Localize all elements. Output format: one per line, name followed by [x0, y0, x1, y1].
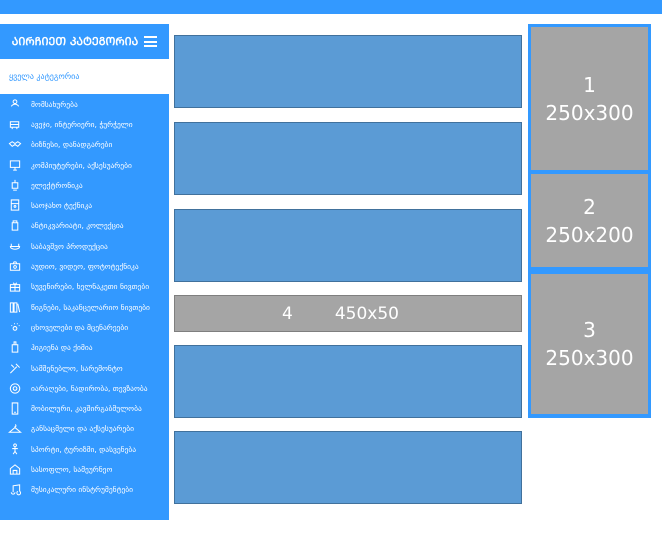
ad-number: 1	[583, 72, 596, 97]
sidebar-header[interactable]: ᲐᲘᲠᲩᲘᲔᲗ ᲙᲐᲢᲔᲒᲝᲠᲘᲐ	[0, 24, 169, 59]
banner-placeholder-450x50[interactable]: 4 450x50	[174, 295, 522, 332]
sidebar-item[interactable]: ბიზნესი, დანადგარები	[0, 135, 169, 155]
sidebar-item[interactable]: საბავშვო პროდუქცია	[0, 236, 169, 256]
sidebar-item-label: საოჯახო ტექნიკა	[31, 201, 93, 211]
music-icon	[7, 483, 23, 497]
phone-icon	[7, 402, 23, 416]
sidebar-item-label: სპორტი, ტურიზმი, დასვენება	[31, 444, 137, 454]
sidebar-item-label: იარაღები, ნადირობა, თევზაობა	[31, 383, 148, 393]
service-icon	[7, 97, 23, 111]
sidebar-item-label: საბავშვო პროდუქცია	[31, 241, 108, 251]
ad-box-1[interactable]: 1 250x300	[531, 27, 648, 170]
sidebar-item-label: სასოფლო, სამეურნეო	[31, 464, 113, 474]
paw-icon	[7, 320, 23, 334]
baby-icon	[7, 239, 23, 253]
target-icon	[7, 381, 23, 395]
sidebar-item[interactable]: სპორტი, ტურიზმი, დასვენება	[0, 439, 169, 459]
sidebar-item-label: სუვენირები, ხელნაკეთი ნივთები	[31, 282, 150, 292]
sidebar-item-label: კომპიუტერები, აქსესუარები	[31, 160, 132, 170]
sidebar-title: ᲐᲘᲠᲩᲘᲔᲗ ᲙᲐᲢᲔᲒᲝᲠᲘᲐ	[11, 35, 139, 48]
sidebar-item-label: აუდიო, ვიდეო, ფოტოტექნიკა	[31, 262, 139, 272]
handshake-icon	[7, 138, 23, 152]
farm-icon	[7, 462, 23, 476]
sidebar-item[interactable]: აუდიო, ვიდეო, ფოტოტექნიკა	[0, 256, 169, 276]
sidebar-item-label: სამშენებლო, სარემონტო	[31, 363, 123, 373]
banner-ad-2[interactable]	[174, 122, 522, 195]
ad-number: 3	[583, 318, 596, 342]
sidebar-item-label: ჰიგიენა და ქიმია	[31, 343, 93, 353]
camera-icon	[7, 260, 23, 274]
sidebar-item-label: ბიზნესი, დანადგარები	[31, 140, 113, 150]
appliance-icon	[7, 199, 23, 213]
sidebar-item-label: განსაცმელი და აქსესუარები	[31, 424, 134, 434]
sidebar-item[interactable]: ჰიგიენა და ქიმია	[0, 338, 169, 358]
category-sidebar: ᲐᲘᲠᲩᲘᲔᲗ ᲙᲐᲢᲔᲒᲝᲠᲘᲐ ყველა კატეგორია მომსახ…	[0, 24, 169, 520]
sidebar-item[interactable]: სამშენებლო, სარემონტო	[0, 358, 169, 378]
banner-ad-4[interactable]	[174, 345, 522, 418]
ad-box-3[interactable]: 3 250x300	[531, 274, 648, 414]
sidebar-item[interactable]: ავეჯი, ინტერიერი, ჭურჭელი	[0, 114, 169, 134]
ad-number: 2	[583, 194, 596, 219]
sidebar-item[interactable]: ცხოველები და მცენარეები	[0, 317, 169, 337]
computer-icon	[7, 158, 23, 172]
sidebar-item[interactable]: ანტიკვარიატი, კოლექცია	[0, 216, 169, 236]
sidebar-item-label: ცხოველები და მცენარეები	[31, 322, 129, 332]
sidebar-item[interactable]: მომსახურება	[0, 94, 169, 114]
gift-icon	[7, 280, 23, 294]
ad-size: 250x300	[545, 100, 634, 125]
right-ad-column: 1 250x300 2 250x200 3 250x300	[528, 24, 651, 418]
banner-ad-3[interactable]	[174, 209, 522, 282]
sidebar-item[interactable]: სასოფლო, სამეურნეო	[0, 459, 169, 479]
placeholder-number: 4	[282, 303, 293, 324]
category-list: მომსახურება ავეჯი, ინტერიერი, ჭურჭელი ბიზნ…	[0, 94, 169, 500]
sidebar-item[interactable]: იარაღები, ნადირობა, თევზაობა	[0, 378, 169, 398]
furniture-icon	[7, 117, 23, 131]
banner-ad-1[interactable]	[174, 35, 522, 108]
placeholder-size: 450x50	[334, 303, 399, 324]
sidebar-item[interactable]: კომპიუტერები, აქსესუარები	[0, 155, 169, 175]
banner-ad-5[interactable]	[174, 431, 522, 504]
sport-icon	[7, 442, 23, 456]
antique-icon	[7, 219, 23, 233]
sidebar-item[interactable]: საოჯახო ტექნიკა	[0, 195, 169, 215]
sidebar-item-label: ელექტრონიკა	[31, 180, 83, 190]
electronics-icon	[7, 178, 23, 192]
books-icon	[7, 300, 23, 314]
sidebar-item[interactable]: განსაცმელი და აქსესუარები	[0, 419, 169, 439]
sidebar-item-label: მუსიკალური ინსტრუმენტები	[31, 485, 134, 495]
top-bar	[0, 0, 662, 14]
sidebar-item[interactable]: სუვენირები, ხელნაკეთი ნივთები	[0, 277, 169, 297]
ad-box-2[interactable]: 2 250x200	[531, 174, 648, 267]
ad-size: 250x300	[545, 346, 634, 370]
hamburger-icon[interactable]	[144, 36, 158, 47]
ad-size: 250x200	[545, 222, 634, 247]
sidebar-item[interactable]: მუსიკალური ინსტრუმენტები	[0, 480, 169, 500]
sidebar-item[interactable]: წიგნები, საკანცელარიო ნივთები	[0, 297, 169, 317]
sidebar-item-label: მობილური, კავშირგაბმულობა	[31, 404, 142, 414]
sidebar-item[interactable]: მობილური, კავშირგაბმულობა	[0, 398, 169, 418]
hanger-icon	[7, 422, 23, 436]
sidebar-item[interactable]: ელექტრონიკა	[0, 175, 169, 195]
sidebar-item-label: ავეჯი, ინტერიერი, ჭურჭელი	[31, 119, 133, 129]
sidebar-item-label: ანტიკვარიატი, კოლექცია	[31, 221, 124, 231]
sidebar-item-label: წიგნები, საკანცელარიო ნივთები	[31, 302, 150, 312]
sidebar-item-label: მომსახურება	[31, 99, 78, 109]
hygiene-icon	[7, 341, 23, 355]
tools-icon	[7, 361, 23, 375]
all-categories-link[interactable]: ყველა კატეგორია	[0, 59, 169, 94]
